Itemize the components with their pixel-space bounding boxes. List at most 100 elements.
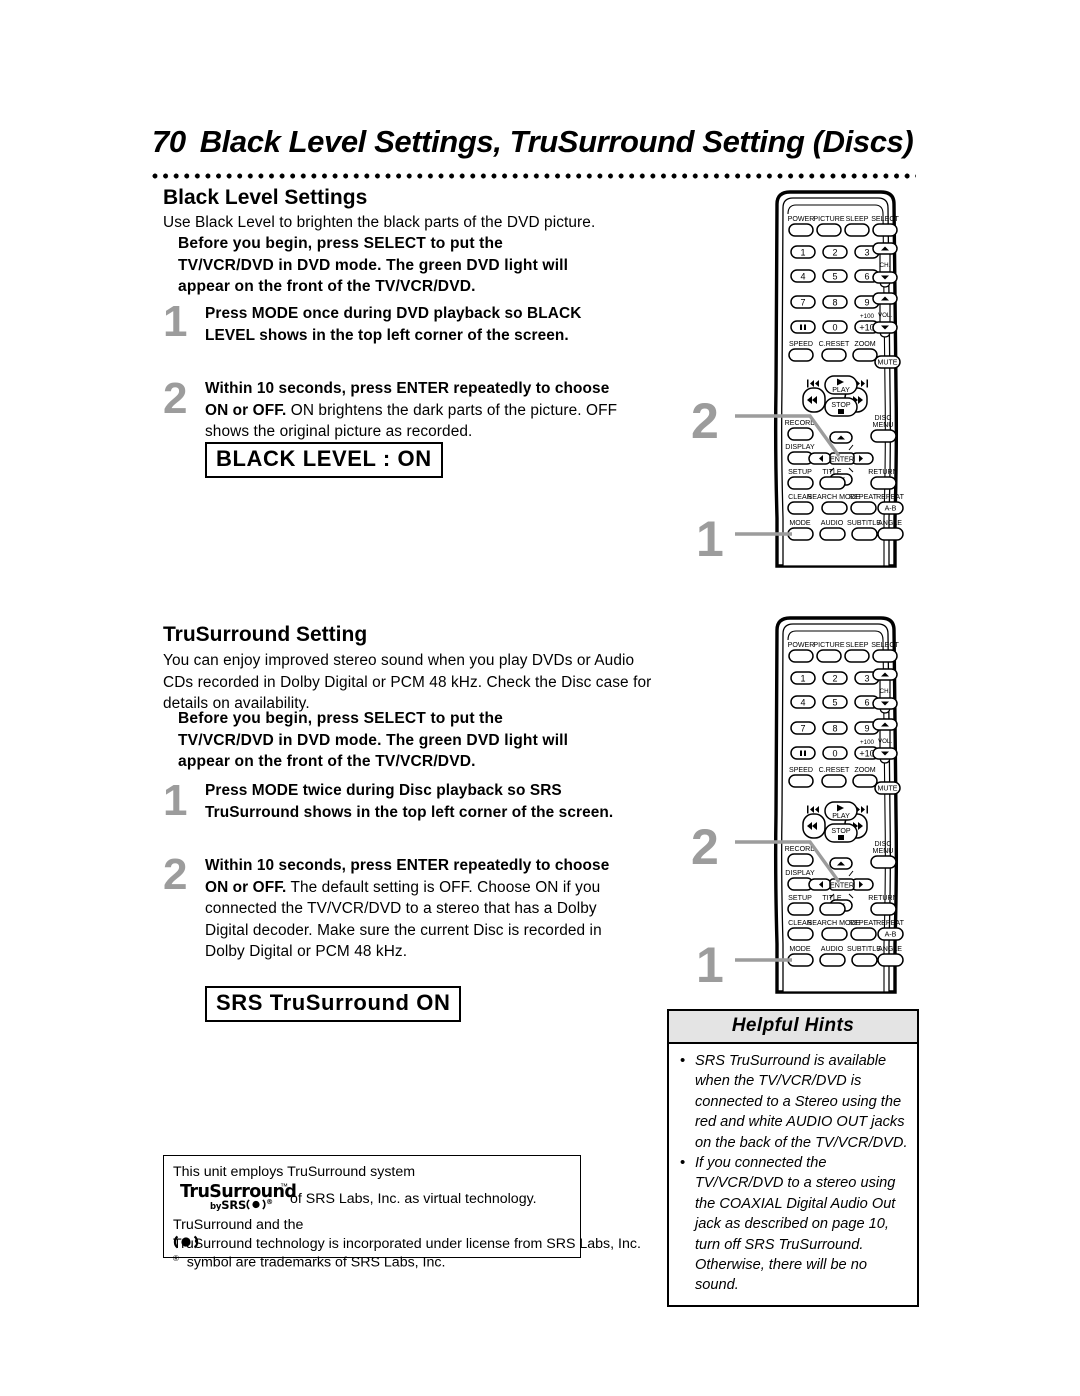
- setup-button[interactable]: [787, 902, 814, 916]
- label-key-3: 3: [864, 248, 869, 258]
- zoom-button[interactable]: [852, 774, 878, 788]
- osd-black-level: BLACK LEVEL : ON: [205, 442, 443, 478]
- label-mode: MODE: [789, 945, 811, 953]
- trademark-line-2: of SRS Labs, Inc. as virtual technology.: [290, 1191, 537, 1207]
- speed-button[interactable]: [788, 348, 814, 362]
- label-zoom: ZOOM: [854, 766, 875, 774]
- label-ch: CH.: [880, 262, 891, 269]
- label-plus100: +100: [860, 739, 874, 746]
- hint-text: SRS TruSurround is available when the TV…: [695, 1053, 908, 1151]
- label-key-1: 1: [800, 248, 805, 258]
- dotted-divider: [152, 173, 916, 179]
- repeat-button[interactable]: [850, 927, 877, 941]
- label-angle: ANGLE: [878, 945, 902, 953]
- creset-button[interactable]: [821, 774, 847, 788]
- record-button[interactable]: [787, 427, 814, 441]
- label-key-5: 5: [832, 698, 837, 708]
- return-button[interactable]: [870, 902, 897, 916]
- trusurround-logo: TruSurround ™ bySRS ®: [180, 1182, 297, 1212]
- logo-srs-text: SRS: [221, 1198, 247, 1212]
- label-mute: MUTE: [877, 359, 897, 367]
- section-1-step-2-text: Within 10 seconds, press ENTER repeatedl…: [205, 378, 635, 443]
- label-mute: MUTE: [877, 785, 897, 793]
- label-vol: VOL.: [878, 312, 892, 319]
- zoom-button[interactable]: [852, 348, 878, 362]
- title-button[interactable]: [819, 476, 846, 490]
- label-display: DISPLAY: [785, 443, 815, 451]
- srs-circle-icon: [246, 1199, 266, 1210]
- section-2-before-you-begin: Before you begin, press SELECT to put th…: [178, 710, 569, 770]
- label-subtitle: SUBTITLE: [847, 945, 881, 953]
- trademark-line-3-post: symbol are trademarks of SRS Labs, Inc.: [186, 1254, 446, 1271]
- label-key-6: 6: [864, 272, 869, 282]
- record-button[interactable]: [787, 853, 814, 867]
- label-repeat: REPEAT: [849, 493, 878, 501]
- sleep-button[interactable]: [844, 649, 870, 663]
- setup-button[interactable]: [787, 476, 814, 490]
- helpful-hints-body: • SRS TruSurround is available when the …: [669, 1044, 917, 1305]
- label-repeat-ab: A-B: [885, 931, 897, 939]
- power-button[interactable]: [788, 649, 814, 663]
- section-1-before-you-begin: Before you begin, press SELECT to put th…: [178, 235, 569, 295]
- section-1-step-1-bold: Press MODE once during DVD playback so B…: [205, 305, 582, 344]
- title-button[interactable]: [819, 902, 846, 916]
- select-button[interactable]: [872, 649, 898, 663]
- label-audio: AUDIO: [821, 519, 844, 527]
- return-button[interactable]: [870, 476, 897, 490]
- creset-button[interactable]: [821, 348, 847, 362]
- label-key-0: 0: [832, 323, 837, 333]
- section-2-step-1-number: 1: [163, 776, 188, 825]
- clear-button[interactable]: [787, 501, 814, 515]
- hint-item: • If you connected the TV/VCR/DVD to a s…: [677, 1153, 909, 1296]
- repeat-button[interactable]: [850, 501, 877, 515]
- label-sleep: SLEEP: [846, 215, 869, 223]
- label-key-2: 2: [832, 674, 837, 684]
- label-key-4: 4: [800, 698, 805, 708]
- search-mode-button[interactable]: [821, 501, 848, 515]
- section-1-step-1-text: Press MODE once during DVD playback so B…: [205, 303, 625, 346]
- subtitle-button[interactable]: [851, 953, 878, 967]
- pause-button[interactable]: [790, 320, 816, 334]
- page-number: 70: [152, 124, 186, 159]
- label-return: RETURN: [868, 468, 898, 476]
- speed-button[interactable]: [788, 774, 814, 788]
- disc-menu-button[interactable]: [870, 429, 897, 443]
- callout-number-2: 2: [691, 819, 719, 875]
- power-button[interactable]: [788, 223, 814, 237]
- angle-button[interactable]: [877, 953, 904, 967]
- angle-button[interactable]: [877, 527, 904, 541]
- trusurround-logo-bysrs: bySRS ®: [210, 1198, 273, 1212]
- audio-button[interactable]: [819, 527, 846, 541]
- trademark-symbol-icon: ™: [280, 1182, 288, 1191]
- label-mode: MODE: [789, 519, 811, 527]
- label-key-7: 7: [800, 298, 805, 308]
- sleep-button[interactable]: [844, 223, 870, 237]
- section-2-step-1-bold: Press MODE twice during Disc playback so…: [205, 782, 614, 821]
- pause-button[interactable]: [790, 746, 816, 760]
- picture-button[interactable]: [816, 223, 842, 237]
- label-key-8: 8: [832, 724, 837, 734]
- label-setup: SETUP: [788, 894, 812, 902]
- audio-button[interactable]: [819, 953, 846, 967]
- picture-button[interactable]: [816, 649, 842, 663]
- label-repeat-ab: A-B: [885, 505, 897, 513]
- subtitle-button[interactable]: [851, 527, 878, 541]
- label-record: RECORD: [785, 845, 816, 853]
- label-menu: MENU: [873, 421, 894, 429]
- search-mode-button[interactable]: [821, 927, 848, 941]
- label-key-1: 1: [800, 674, 805, 684]
- label-key-8: 8: [832, 298, 837, 308]
- label-repeat-ab-top: REPEAT: [876, 919, 905, 927]
- label-sleep: SLEEP: [846, 641, 869, 649]
- bullet-icon: •: [680, 1052, 686, 1069]
- section-1-step-1-number: 1: [163, 297, 188, 346]
- label-creset: C.RESET: [819, 766, 850, 774]
- label-play: PLAY: [832, 386, 850, 394]
- clear-button[interactable]: [787, 927, 814, 941]
- label-repeat-ab-top: REPEAT: [876, 493, 905, 501]
- label-title: TITLE: [822, 894, 842, 902]
- label-key-2: 2: [832, 248, 837, 258]
- disc-menu-button[interactable]: [870, 855, 897, 869]
- select-button[interactable]: [872, 223, 898, 237]
- label-angle: ANGLE: [878, 519, 902, 527]
